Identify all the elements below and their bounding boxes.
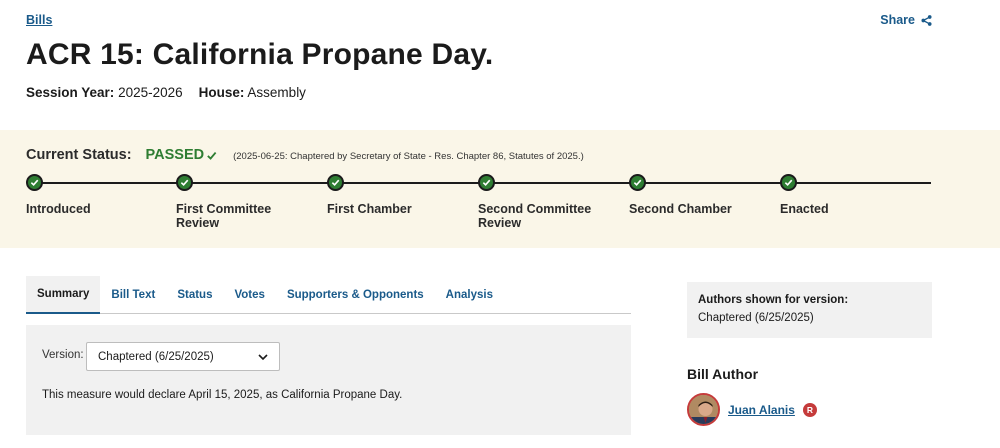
summary-panel: Version: Chaptered (6/25/2025) This meas… (26, 325, 631, 435)
bill-header: Bills Share ACR 15: California Propane D… (0, 0, 1000, 130)
share-icon (921, 14, 932, 26)
tab-analysis[interactable]: Analysis (435, 276, 504, 314)
bill-tabs: Summary Bill Text Status Votes Supporter… (26, 276, 631, 314)
authors-version-box: Authors shown for version: Chaptered (6/… (687, 282, 932, 338)
share-label: Share (880, 13, 915, 27)
bill-author-heading: Bill Author (687, 366, 759, 382)
author-name-link[interactable]: Juan Alanis (728, 403, 795, 417)
step-complete-icon (478, 174, 495, 191)
avatar[interactable] (687, 393, 720, 426)
author-entry: Juan Alanis R (687, 393, 817, 426)
session-year-value: 2025-2026 (118, 85, 183, 100)
step-label-introduced: Introduced (26, 202, 91, 216)
current-status: Current Status: PASSED (2025-06-25: Chap… (26, 147, 584, 163)
step-complete-icon (176, 174, 193, 191)
step-label-first-chamber: First Chamber (327, 202, 412, 216)
page-title: ACR 15: California Propane Day. (26, 38, 494, 71)
session-year: Session Year: 2025-2026 (26, 85, 183, 100)
step-complete-icon (26, 174, 43, 191)
chevron-down-icon (258, 354, 268, 361)
step-label-second-chamber: Second Chamber (629, 202, 732, 216)
session-year-label: Session Year: (26, 85, 115, 100)
tab-status[interactable]: Status (166, 276, 223, 314)
tab-summary[interactable]: Summary (26, 276, 101, 314)
version-label: Version: (42, 349, 84, 361)
house: House: Assembly (199, 85, 306, 100)
tab-votes[interactable]: Votes (223, 276, 275, 314)
step-label-first-committee-review: First Committee Review (176, 202, 272, 230)
party-badge: R (802, 402, 817, 417)
step-label-second-committee-review: Second Committee Review (478, 202, 592, 230)
bill-meta: Session Year: 2025-2026 House: Assembly (26, 85, 306, 100)
step-complete-icon (780, 174, 797, 191)
summary-text: This measure would declare April 15, 202… (42, 389, 403, 401)
status-value: PASSED (145, 147, 205, 163)
breadcrumb-bills-link[interactable]: Bills (26, 13, 52, 27)
current-status-label: Current Status: (26, 147, 132, 163)
version-select-value: Chaptered (6/25/2025) (98, 350, 214, 363)
status-note: (2025-06-25: Chaptered by Secretary of S… (233, 151, 584, 162)
step-label-enacted: Enacted (780, 202, 829, 216)
checkmark-icon (207, 151, 217, 160)
house-label: House: (198, 85, 245, 100)
step-complete-icon (629, 174, 646, 191)
version-select[interactable]: Chaptered (6/25/2025) (86, 342, 280, 371)
tab-supporters-opponents[interactable]: Supporters & Opponents (276, 276, 435, 314)
step-complete-icon (327, 174, 344, 191)
tab-bill-text[interactable]: Bill Text (100, 276, 166, 314)
status-badge: PASSED (146, 147, 218, 163)
authors-heading: Authors shown for version: (698, 294, 849, 306)
share-button[interactable]: Share (880, 13, 932, 27)
house-value: Assembly (247, 85, 306, 100)
authors-version: Chaptered (6/25/2025) (698, 312, 814, 324)
